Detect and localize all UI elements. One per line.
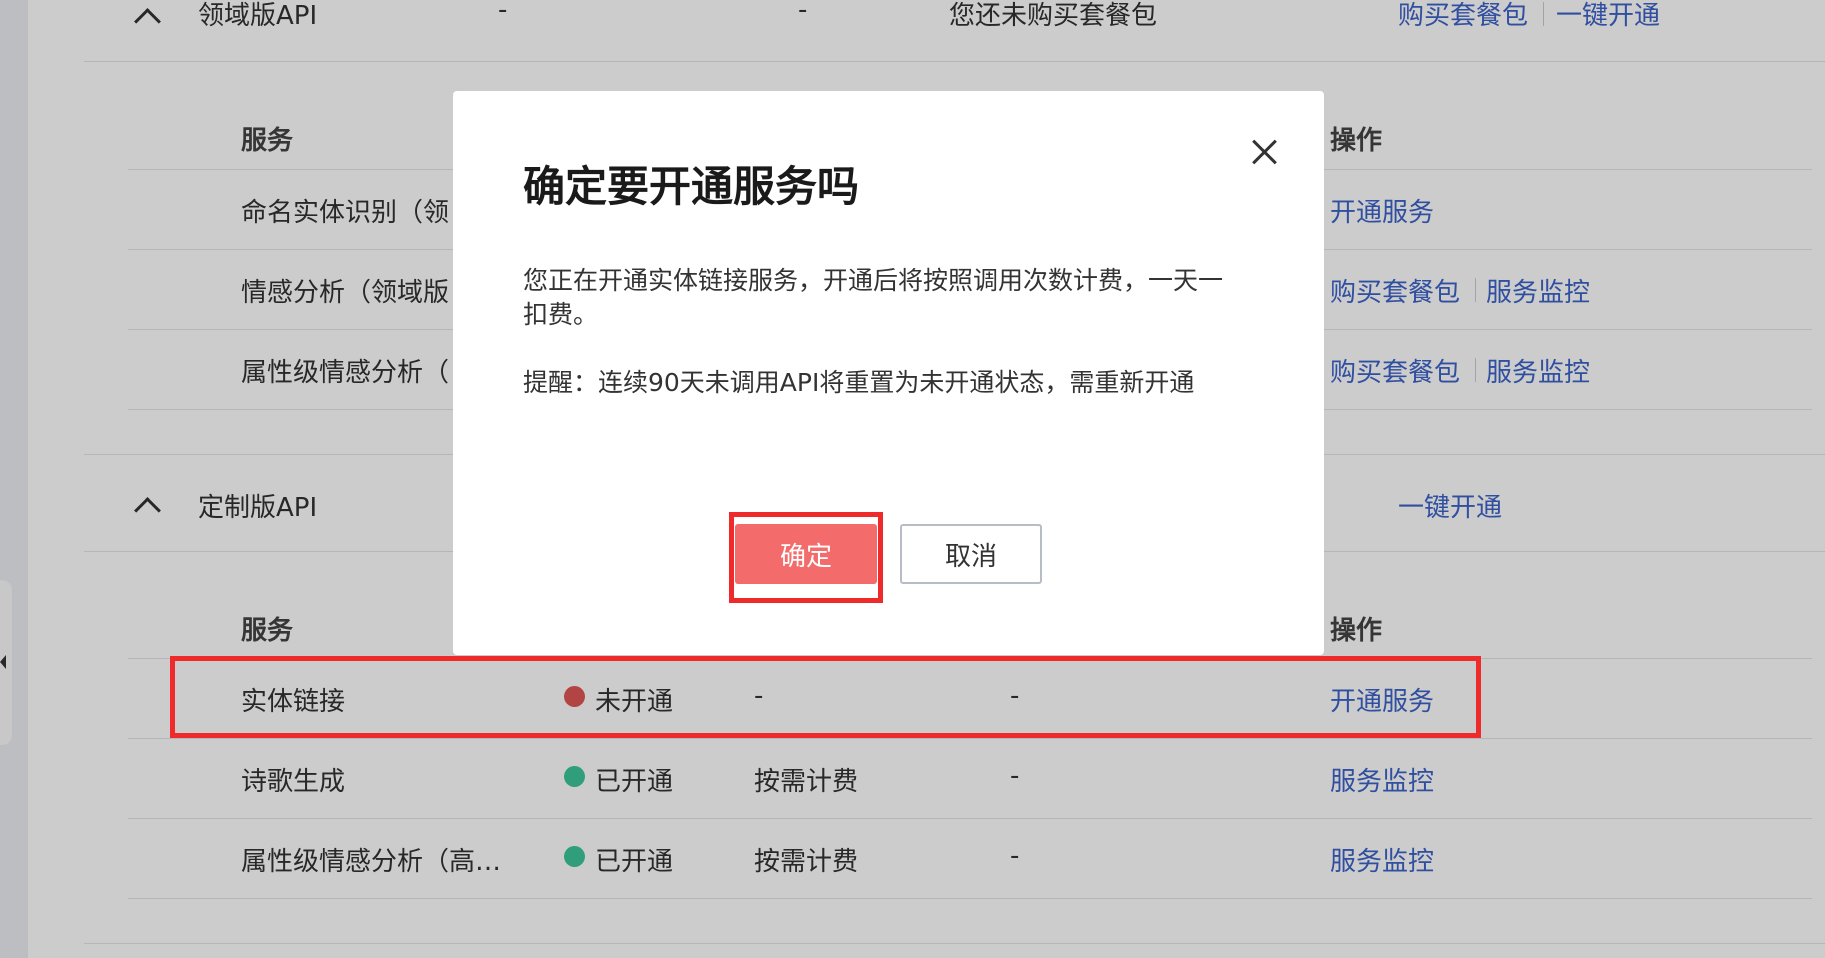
confirm-button[interactable]: 确定 (735, 524, 877, 584)
close-icon[interactable] (1249, 136, 1279, 166)
dialog-body: 您正在开通实体链接服务，开通后将按照调用次数计费，一天一扣费。 提醒：连续90天… (523, 264, 1243, 400)
highlight-box (170, 656, 1481, 738)
dialog-reminder: 提醒：连续90天未调用API将重置为未开通状态，需重新开通 (523, 368, 1195, 397)
dialog-message: 您正在开通实体链接服务，开通后将按照调用次数计费，一天一扣费。 (523, 266, 1224, 329)
confirm-dialog: 确定要开通服务吗 您正在开通实体链接服务，开通后将按照调用次数计费，一天一扣费。… (453, 91, 1324, 655)
cancel-button[interactable]: 取消 (900, 524, 1042, 584)
dialog-title: 确定要开通服务吗 (523, 162, 860, 211)
